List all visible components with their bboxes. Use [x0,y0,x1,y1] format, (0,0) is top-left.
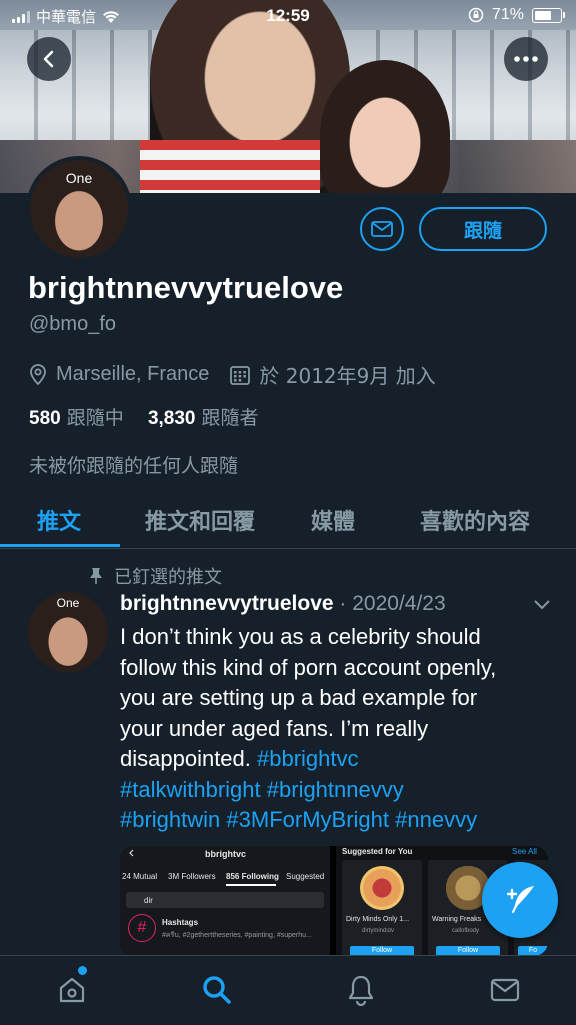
follow-counts: 580 跟隨中 3,830 跟隨者 [29,403,259,430]
media-hashtags-sub: #ครีบ, #2getherttheseries, #painting, #s… [162,932,312,939]
followers-label: 跟隨者 [201,407,259,429]
not-followed-notice: 未被你跟隨的任何人跟隨 [29,455,239,477]
tweet-text: I don’t think you as a celebrity should … [120,622,550,836]
follow-button[interactable]: 跟隨 [419,207,547,251]
mail-icon [371,221,393,237]
hashtag-link[interactable]: #nnevvy [395,807,477,832]
home-notification-dot [78,966,87,975]
status-bar: 中華電信 12:59 71% [0,0,576,32]
nav-home[interactable] [52,972,92,1008]
tab-tweets-replies[interactable]: 推文和回覆 [145,504,255,536]
followers-link[interactable]: 3,830 跟隨者 [148,407,259,429]
profile-tabs: 推文 推文和回覆 媒體 喜歡的內容 [0,492,576,549]
battery-percent: 71% [491,6,524,23]
suggested-card: Dirty Minds Only 1... dirtymindstv Follo… [342,860,422,956]
location-pin-icon [30,363,46,385]
tweet-avatar-caption: One [56,596,80,610]
tweet-separator: · [333,592,353,615]
following-link[interactable]: 580 跟隨中 [29,407,124,429]
display-name: brightnnevvytruelove [28,270,344,305]
pinned-label: 已釘選的推文 [114,567,222,588]
media-tab: Suggested [286,872,325,881]
tab-media[interactable]: 媒體 [311,504,355,536]
pinned-indicator: 已釘選的推文 [88,563,222,589]
search-icon [203,976,231,1004]
chevron-down-icon [534,600,550,610]
tweet-author-avatar[interactable]: One [28,592,108,672]
tweet-date[interactable]: 2020/4/23 [352,592,445,615]
joined-text: 於 2012年9月 加入 [259,364,436,388]
back-arrow-icon [129,849,134,857]
nav-search[interactable] [197,972,237,1008]
hashtag-link[interactable]: #talkwithbright [120,777,261,802]
tab-likes[interactable]: 喜歡的內容 [420,504,530,536]
nav-messages[interactable] [485,972,525,1008]
hashtag-link[interactable]: #brightnnevvy [267,777,404,802]
tweet-line-text: disappointed. [120,746,257,771]
media-tab: 24 Mutual [122,872,158,881]
suggested-name: Warning Freaks [432,916,482,923]
notifications-bell-icon [348,975,374,1006]
media-see-all: See All [512,847,537,856]
tweet-header: brightnnevvytruelove · 2020/4/23 [120,592,446,616]
following-count: 580 [29,408,61,429]
compose-tweet-button[interactable] [482,862,558,938]
profile-avatar[interactable]: One [26,156,132,262]
status-right: 71% [468,6,565,24]
media-image-left[interactable]: bbrightvc 24 Mutual 3M Followers 856 Fol… [120,846,330,956]
media-tab: 3M Followers [168,872,216,881]
calendar-icon [230,365,251,385]
tweet-line: disappointed. #bbrightvc [120,744,550,775]
location-text: Marseille, France [56,363,210,385]
media-profile-title: bbrightvc [205,849,247,859]
media-hashtags-title: Hashtags [162,918,199,927]
following-label: 跟隨中 [66,407,124,429]
pin-icon [90,568,102,584]
hashtag-link[interactable]: #brightwin [120,807,220,832]
media-tab: 856 Following [226,872,279,881]
tweet-options-button[interactable] [533,598,551,616]
tweet-author-name[interactable]: brightnnevvytruelove [120,592,334,615]
orientation-lock-icon [468,7,484,23]
battery-icon [532,7,565,23]
more-icon [514,56,538,62]
nav-notifications[interactable] [341,972,381,1008]
back-button[interactable] [27,37,71,81]
suggested-handle: callofbody [452,928,480,934]
profile-meta: Marseille, France 於 2012年9月 加入 [28,360,436,389]
more-options-button[interactable] [504,37,548,81]
tweet-line: I don’t think you as a celebrity should [120,624,481,649]
tweet-line: #talkwithbright #brightnnevvy [120,775,550,806]
tweet-line: your under aged fans. I’m really [120,715,429,741]
compose-tweet-icon [506,886,534,913]
bottom-navigation [0,955,576,1025]
back-arrow-icon [43,50,54,68]
tweet-line: #brightwin #3MForMyBright #nnevvy [120,805,550,836]
media-search-text: dir [144,896,153,905]
hashtag-icon: # [128,914,156,942]
followers-count: 3,830 [147,408,196,429]
hashtag-link[interactable]: #bbrightvc [257,746,359,771]
suggested-handle: dirtymindstv [362,928,395,934]
avatar-caption: One [65,170,93,186]
tweet-line: follow this kind of porn account openly, [120,654,497,680]
active-tab-indicator [0,544,120,547]
suggested-name: Dirty Minds Only 1... [346,916,410,923]
tweet-line: you are setting up a bad example for [120,685,478,710]
messages-icon [490,978,520,1002]
media-suggested-header: Suggested for You [342,847,413,856]
tab-tweets[interactable]: 推文 [37,504,81,536]
home-icon [59,977,85,1003]
user-handle: @bmo_fo [29,313,117,335]
hashtag-link[interactable]: #3MForMyBright [226,807,389,832]
message-button[interactable] [360,207,404,251]
